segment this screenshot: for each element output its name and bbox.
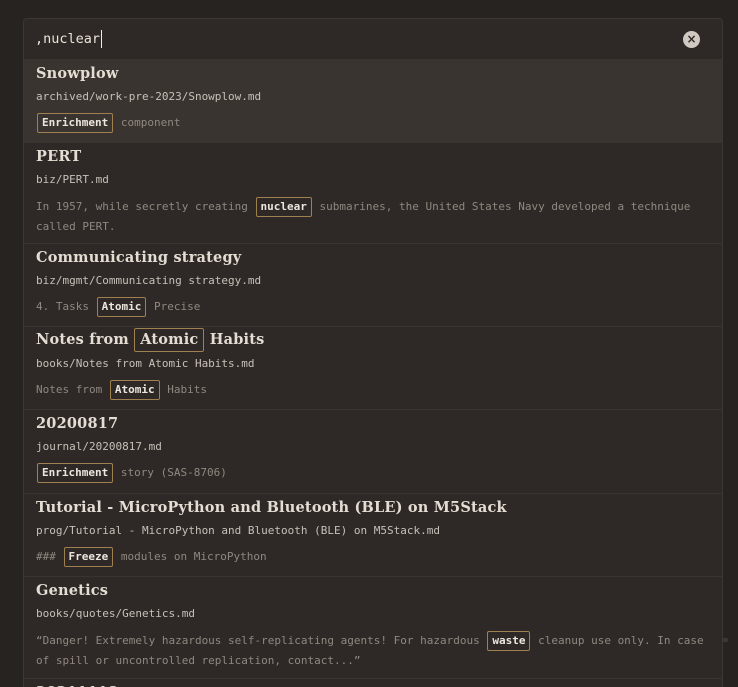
- result-snippet: 4. Tasks Atomic Precise: [36, 297, 712, 317]
- snippet-text: story (SAS-8706): [120, 466, 227, 479]
- result-snippet: ### Freeze modules on MicroPython: [36, 547, 712, 567]
- result-snippet: In 1957, while secretly creating nuclear…: [36, 197, 712, 237]
- result-title: Genetics: [36, 582, 109, 599]
- text-caret: [101, 30, 102, 48]
- match-highlight: waste: [487, 631, 531, 651]
- match-highlight: Enrichment: [37, 463, 114, 483]
- result-title: Tutorial - MicroPython and Bluetooth (BL…: [36, 499, 507, 516]
- result-snippet: Enrichment component: [36, 113, 712, 133]
- snippet-text: 4. Tasks: [36, 300, 89, 313]
- match-highlight: Atomic: [109, 380, 160, 400]
- result-path: journal/20200817.md: [36, 440, 162, 453]
- close-icon: ×: [686, 32, 697, 46]
- result-item[interactable]: 20200817 journal/20200817.md Enrichment …: [24, 410, 722, 494]
- result-item[interactable]: 20211118: [24, 679, 722, 687]
- result-item[interactable]: Communicating strategy biz/mgmt/Communic…: [24, 244, 722, 327]
- result-path: archived/work-pre-2023/Snowplow.md: [36, 90, 262, 103]
- result-item[interactable]: Tutorial - MicroPython and Bluetooth (BL…: [24, 494, 722, 577]
- snippet-text: In 1957, while secretly creating: [36, 200, 248, 213]
- result-item[interactable]: PERT biz/PERT.md In 1957, while secretly…: [24, 143, 722, 244]
- result-item[interactable]: Notes from Atomic Habits books/Notes fro…: [24, 327, 722, 410]
- result-path: books/quotes/Genetics.md: [36, 607, 195, 620]
- match-highlight: Freeze: [63, 547, 114, 567]
- clear-search-button[interactable]: ×: [683, 31, 700, 48]
- scroll-indicator[interactable]: [722, 638, 728, 642]
- result-title: Notes from Atomic Habits: [36, 328, 265, 352]
- result-path: books/Notes from Atomic Habits.md: [36, 357, 255, 370]
- result-path: biz/PERT.md: [36, 173, 109, 186]
- snippet-text: component: [120, 116, 181, 129]
- match-highlight: Atomic: [96, 297, 147, 317]
- result-path: biz/mgmt/Communicating strategy.md: [36, 274, 262, 287]
- result-snippet: “Danger! Extremely hazardous self-replic…: [36, 631, 712, 671]
- title-text: Notes from: [36, 331, 129, 348]
- result-item[interactable]: Genetics books/quotes/Genetics.md “Dange…: [24, 577, 722, 679]
- match-highlight: Enrichment: [37, 113, 114, 133]
- quick-switcher-modal: × Snowplow archived/work-pre-2023/Snowpl…: [23, 18, 723, 687]
- result-path: prog/Tutorial - MicroPython and Bluetoot…: [36, 524, 440, 537]
- snippet-text: modules on MicroPython: [120, 550, 267, 563]
- result-title: Snowplow: [36, 65, 119, 82]
- title-text: Habits: [209, 331, 265, 348]
- search-bar: ×: [24, 19, 722, 60]
- result-snippet: Notes from Atomic Habits: [36, 380, 712, 400]
- result-snippet: Enrichment story (SAS-8706): [36, 463, 712, 483]
- title-match-highlight: Atomic: [134, 328, 205, 352]
- result-title: 20200817: [36, 415, 119, 432]
- snippet-text: ###: [36, 550, 56, 563]
- result-title: Communicating strategy: [36, 249, 242, 266]
- snippet-text: “Danger! Extremely hazardous self-replic…: [36, 634, 480, 647]
- snippet-text: Habits: [167, 383, 207, 396]
- search-input[interactable]: [35, 28, 655, 50]
- snippet-text: Notes from: [36, 383, 103, 396]
- result-title: PERT: [36, 148, 82, 165]
- results-list: Snowplow archived/work-pre-2023/Snowplow…: [24, 60, 722, 687]
- snippet-text: Precise: [153, 300, 201, 313]
- result-item[interactable]: Snowplow archived/work-pre-2023/Snowplow…: [24, 60, 722, 143]
- match-highlight: nuclear: [255, 197, 312, 217]
